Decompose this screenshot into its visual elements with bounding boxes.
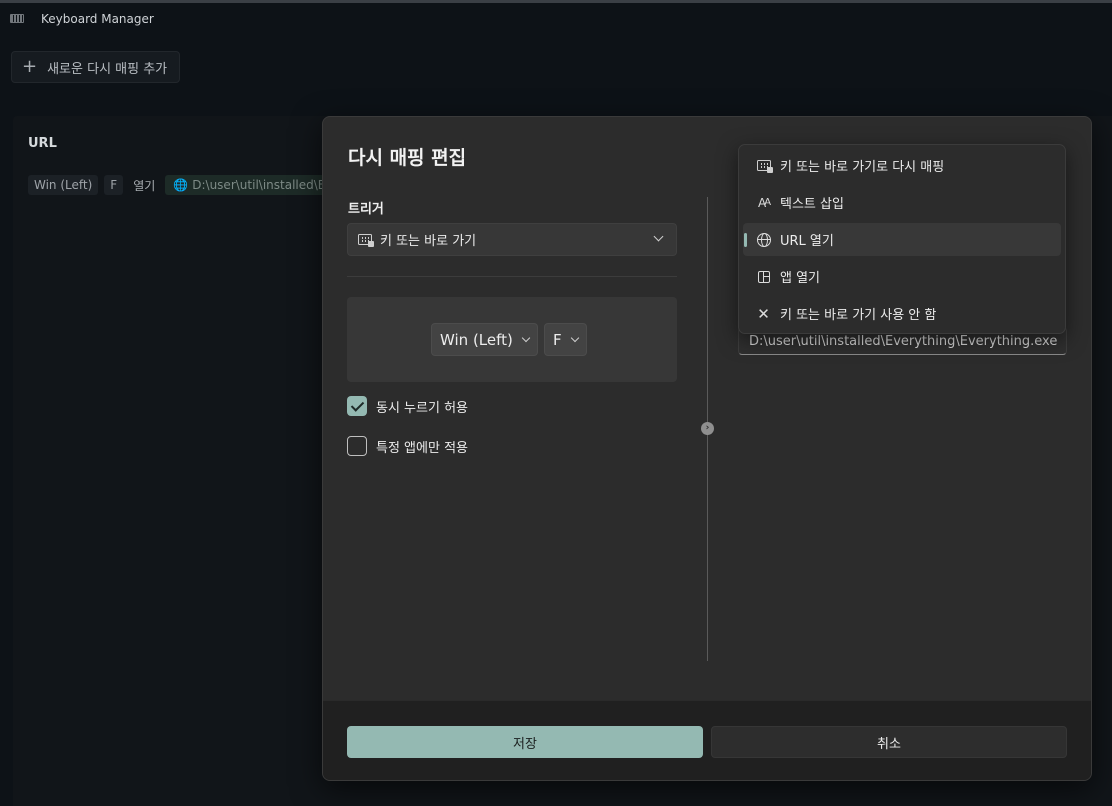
shortcut-keys-box: Win (Left) F bbox=[347, 297, 677, 382]
action-label: 열기 bbox=[133, 178, 156, 193]
selection-indicator bbox=[744, 233, 747, 247]
trigger-select-value: 키 또는 바로 가기 bbox=[380, 234, 477, 249]
key-dropdown-label: Win (Left) bbox=[440, 330, 513, 349]
url-chip: 🌐 D:\user\util\installed\Every bbox=[165, 175, 336, 195]
menu-item-remap-shortcut[interactable]: 키 또는 바로 가기로 다시 매핑 bbox=[743, 149, 1061, 182]
key-dropdown-label: F bbox=[553, 330, 562, 349]
globe-icon: 🌐 bbox=[173, 178, 189, 192]
checkbox-unchecked[interactable] bbox=[347, 436, 367, 456]
menu-item-open-app[interactable]: 앱 열기 bbox=[743, 260, 1061, 293]
menu-item-disable[interactable]: ✕ 키 또는 바로 가기 사용 안 함 bbox=[743, 297, 1061, 330]
keyboard-app-icon bbox=[10, 14, 24, 23]
trigger-label: 트리거 bbox=[348, 202, 384, 217]
arrow-right-icon: › bbox=[701, 422, 714, 435]
menu-item-label: 키 또는 바로 가기로 다시 매핑 bbox=[780, 160, 945, 175]
allow-chords-checkbox-row[interactable]: 동시 누르기 허용 bbox=[347, 396, 468, 416]
key-chip: F bbox=[104, 175, 124, 195]
cancel-button[interactable]: 취소 bbox=[711, 726, 1067, 758]
menu-item-label: URL 열기 bbox=[780, 234, 834, 249]
remapping-row[interactable]: Win (Left) F 열기 🌐 D:\user\util\installed… bbox=[28, 175, 336, 195]
key-dropdown-win[interactable]: Win (Left) bbox=[431, 323, 538, 356]
chevron-down-icon bbox=[570, 333, 579, 343]
dialog-footer: 저장 취소 bbox=[323, 700, 1091, 780]
key-dropdown-f[interactable]: F bbox=[544, 323, 587, 356]
checkbox-checked[interactable] bbox=[347, 396, 367, 416]
keyboard-icon bbox=[756, 158, 773, 173]
chevron-down-icon bbox=[521, 333, 531, 343]
save-button[interactable]: 저장 bbox=[347, 726, 703, 758]
menu-item-label: 앱 열기 bbox=[780, 271, 821, 286]
section-heading-url: URL bbox=[28, 136, 57, 151]
close-icon: ✕ bbox=[757, 304, 770, 323]
checkbox-label: 특정 앱에만 적용 bbox=[376, 440, 468, 456]
add-remapping-button[interactable]: + 새로운 다시 매핑 추가 bbox=[11, 51, 181, 83]
divider bbox=[347, 276, 677, 277]
trigger-select[interactable]: 키 또는 바로 가기 bbox=[347, 223, 677, 256]
text-icon: AA bbox=[757, 195, 771, 210]
menu-item-label: 키 또는 바로 가기 사용 안 함 bbox=[780, 308, 937, 323]
keyboard-icon bbox=[358, 234, 374, 247]
add-remapping-label: 새로운 다시 매핑 추가 bbox=[47, 61, 168, 77]
action-type-menu: 키 또는 바로 가기로 다시 매핑 AA 텍스트 삽입 URL 열기 앱 열기 … bbox=[738, 144, 1066, 334]
url-chip-text: D:\user\util\installed\Every bbox=[192, 178, 335, 192]
menu-item-open-url[interactable]: URL 열기 bbox=[743, 223, 1061, 256]
menu-item-label: 텍스트 삽입 bbox=[780, 197, 844, 212]
checkbox-label: 동시 누르기 허용 bbox=[376, 400, 468, 416]
app-icon bbox=[756, 269, 771, 284]
key-chip: Win (Left) bbox=[28, 175, 99, 195]
dialog-title: 다시 매핑 편집 bbox=[348, 147, 467, 169]
window-title: Keyboard Manager bbox=[41, 12, 154, 26]
globe-icon bbox=[756, 232, 771, 247]
plus-icon: + bbox=[22, 56, 38, 77]
chevron-down-icon bbox=[653, 231, 664, 242]
app-specific-checkbox-row[interactable]: 특정 앱에만 적용 bbox=[347, 436, 468, 456]
title-bar: Keyboard Manager bbox=[0, 3, 1112, 37]
menu-item-insert-text[interactable]: AA 텍스트 삽입 bbox=[743, 186, 1061, 219]
